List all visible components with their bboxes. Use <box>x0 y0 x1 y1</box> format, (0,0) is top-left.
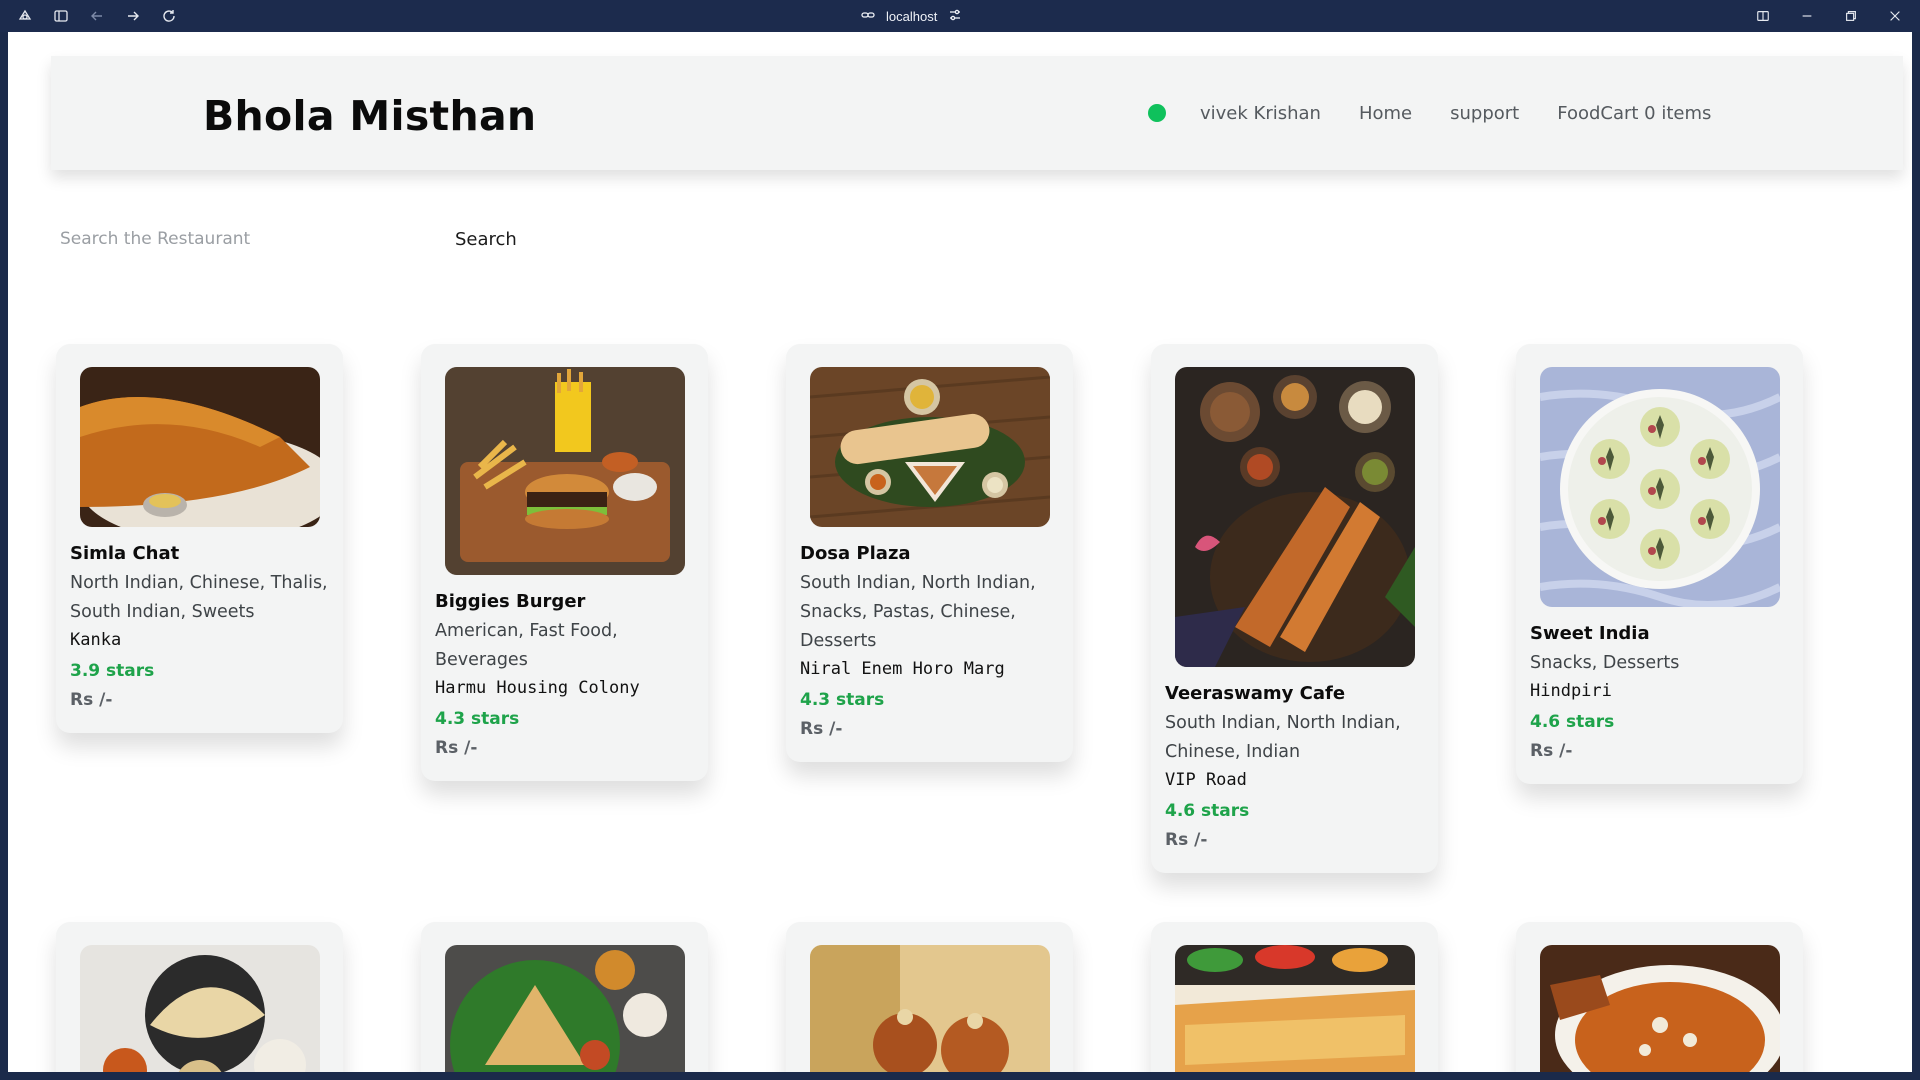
sweets-plate-image <box>1540 367 1780 607</box>
restaurant-name: Simla Chat <box>70 543 180 564</box>
back-arrow-icon[interactable] <box>86 5 108 27</box>
page-viewport: Bhola Misthan vivek Krishan Home support… <box>8 32 1912 1072</box>
dosa-chutneys-image <box>1175 367 1415 667</box>
restaurant-card[interactable] <box>1151 922 1438 1072</box>
restaurant-card[interactable]: Veeraswamy Cafe South Indian, North Indi… <box>1151 344 1438 873</box>
restaurant-card[interactable]: Sweet India Snacks, Desserts Hindpiri 4.… <box>1516 344 1803 784</box>
restaurant-price: Rs /- <box>1530 741 1573 761</box>
nav-home-link[interactable]: Home <box>1359 103 1412 124</box>
restaurant-card[interactable] <box>786 922 1073 1072</box>
restaurant-price: Rs /- <box>435 738 478 758</box>
dosa-sauces-image <box>1175 945 1415 1072</box>
restaurant-card[interactable]: Dosa Plaza South Indian, North Indian, S… <box>786 344 1073 762</box>
dosa-green-plate-image <box>445 945 685 1072</box>
restaurant-name: Biggies Burger <box>435 591 586 612</box>
restaurant-area: Niral Enem Horo Marg <box>800 659 1005 679</box>
curry-bowl-image <box>1540 945 1780 1072</box>
restaurant-cuisine: South Indian, North Indian, Chinese, Ind… <box>1165 713 1401 762</box>
restaurant-name: Veeraswamy Cafe <box>1165 683 1346 704</box>
restaurant-cuisine: American, Fast Food, Beverages <box>435 621 618 670</box>
app-logo-icon[interactable] <box>14 5 36 27</box>
restore-icon[interactable] <box>1840 5 1862 27</box>
brand-logo[interactable]: Bhola Misthan <box>203 92 536 140</box>
window-controls <box>1752 0 1906 32</box>
nav-support-link[interactable]: support <box>1450 103 1519 124</box>
site-header: Bhola Misthan vivek Krishan Home support… <box>51 56 1903 170</box>
restaurant-rating: 4.3 stars <box>435 709 520 729</box>
nav-foodcart-link[interactable]: FoodCart 0 items <box>1557 103 1711 124</box>
online-status-icon <box>1148 104 1166 122</box>
restaurant-price: Rs /- <box>70 690 113 710</box>
split-view-icon[interactable] <box>1752 5 1774 27</box>
sidebar-toggle-icon[interactable] <box>50 5 72 27</box>
restaurant-card[interactable] <box>56 922 343 1072</box>
browser-toolbar: localhost <box>0 0 1920 32</box>
restaurant-cuisine: North Indian, Chinese, Thalis, South Ind… <box>70 573 328 622</box>
restaurant-cuisine: Snacks, Desserts <box>1530 653 1680 673</box>
forward-arrow-icon[interactable] <box>122 5 144 27</box>
restaurant-name: Sweet India <box>1530 623 1650 644</box>
minimize-icon[interactable] <box>1796 5 1818 27</box>
restaurant-rating: 4.3 stars <box>800 690 885 710</box>
restaurant-price: Rs /- <box>800 719 843 739</box>
burger-fries-image <box>445 367 685 575</box>
restaurant-card[interactable] <box>1516 922 1803 1072</box>
search-input[interactable] <box>60 224 390 254</box>
link-icon <box>860 7 876 26</box>
restaurant-cuisine: South Indian, North Indian, Snacks, Past… <box>800 573 1036 651</box>
dosa-leaf-image <box>810 367 1050 527</box>
restaurant-rating: 4.6 stars <box>1165 801 1250 821</box>
address-bar[interactable]: localhost <box>860 0 963 32</box>
gulab-jamun-image <box>810 945 1050 1072</box>
restaurant-name: Dosa Plaza <box>800 543 911 564</box>
restaurant-price: Rs /- <box>1165 830 1208 850</box>
reload-icon[interactable] <box>158 5 180 27</box>
restaurant-area: VIP Road <box>1165 770 1247 790</box>
restaurant-rating: 4.6 stars <box>1530 712 1615 732</box>
thali-image <box>80 945 320 1072</box>
nav-user-name[interactable]: vivek Krishan <box>1200 103 1321 124</box>
restaurant-area: Hindpiri <box>1530 681 1612 701</box>
restaurant-card[interactable] <box>421 922 708 1072</box>
main-nav: vivek Krishan Home support FoodCart 0 it… <box>1148 56 1749 170</box>
restaurant-card[interactable]: Simla Chat North Indian, Chinese, Thalis… <box>56 344 343 733</box>
search-button[interactable]: Search <box>455 224 517 254</box>
restaurant-card[interactable]: Biggies Burger American, Fast Food, Beve… <box>421 344 708 781</box>
site-settings-icon[interactable] <box>947 7 963 26</box>
url-text[interactable]: localhost <box>886 9 937 24</box>
restaurant-area: Harmu Housing Colony <box>435 678 640 698</box>
restaurant-area: Kanka <box>70 630 122 650</box>
dosa-plate-image <box>80 367 320 527</box>
restaurant-rating: 3.9 stars <box>70 661 155 681</box>
browser-nav-group <box>14 0 180 32</box>
close-icon[interactable] <box>1884 5 1906 27</box>
